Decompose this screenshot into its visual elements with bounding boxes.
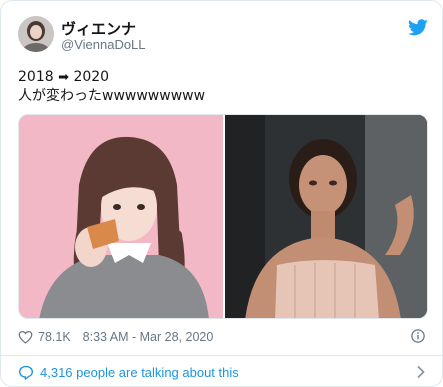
chevron-right-icon[interactable]: [417, 366, 425, 378]
tweet-media[interactable]: [18, 114, 428, 319]
tweet-text-line-1: 2018 ➡ 2020: [18, 68, 425, 87]
year-from: 2018: [18, 69, 59, 85]
info-icon[interactable]: [411, 329, 425, 343]
tweet-card[interactable]: ヴィエンナ @ViennaDoLL 2018 ➡ 2020 人が変わったwwww…: [0, 0, 443, 387]
speech-bubble-icon: [19, 365, 33, 380]
tweet-header: ヴィエンナ @ViennaDoLL: [18, 15, 428, 55]
twitter-bird-icon[interactable]: [408, 19, 428, 36]
tweet-timestamp[interactable]: 8:33 AM - Mar 28, 2020: [83, 330, 214, 344]
right-arrow-icon: ➡: [58, 70, 69, 85]
author-handle[interactable]: @ViennaDoLL: [61, 37, 146, 52]
year-to: 2020: [69, 69, 110, 85]
tweet-meta: 78.1K 8:33 AM - Mar 28, 2020: [18, 328, 213, 346]
tweet-text: 2018 ➡ 2020 人が変わったwwwwwwwww: [18, 68, 425, 105]
author-display-name[interactable]: ヴィエンナ: [61, 18, 136, 39]
tweet-text-line-2: 人が変わったwwwwwwwww: [18, 88, 206, 104]
conversation-label[interactable]: 4,316 people are talking about this: [40, 365, 239, 380]
photo-2020[interactable]: [225, 115, 427, 318]
divider: [1, 355, 442, 356]
avatar[interactable]: [18, 16, 54, 52]
photo-2018[interactable]: [19, 115, 223, 318]
conversation-link[interactable]: 4,316 people are talking about this: [18, 362, 425, 382]
heart-outline-icon[interactable]: [18, 330, 33, 344]
like-count[interactable]: 78.1K: [38, 330, 71, 344]
